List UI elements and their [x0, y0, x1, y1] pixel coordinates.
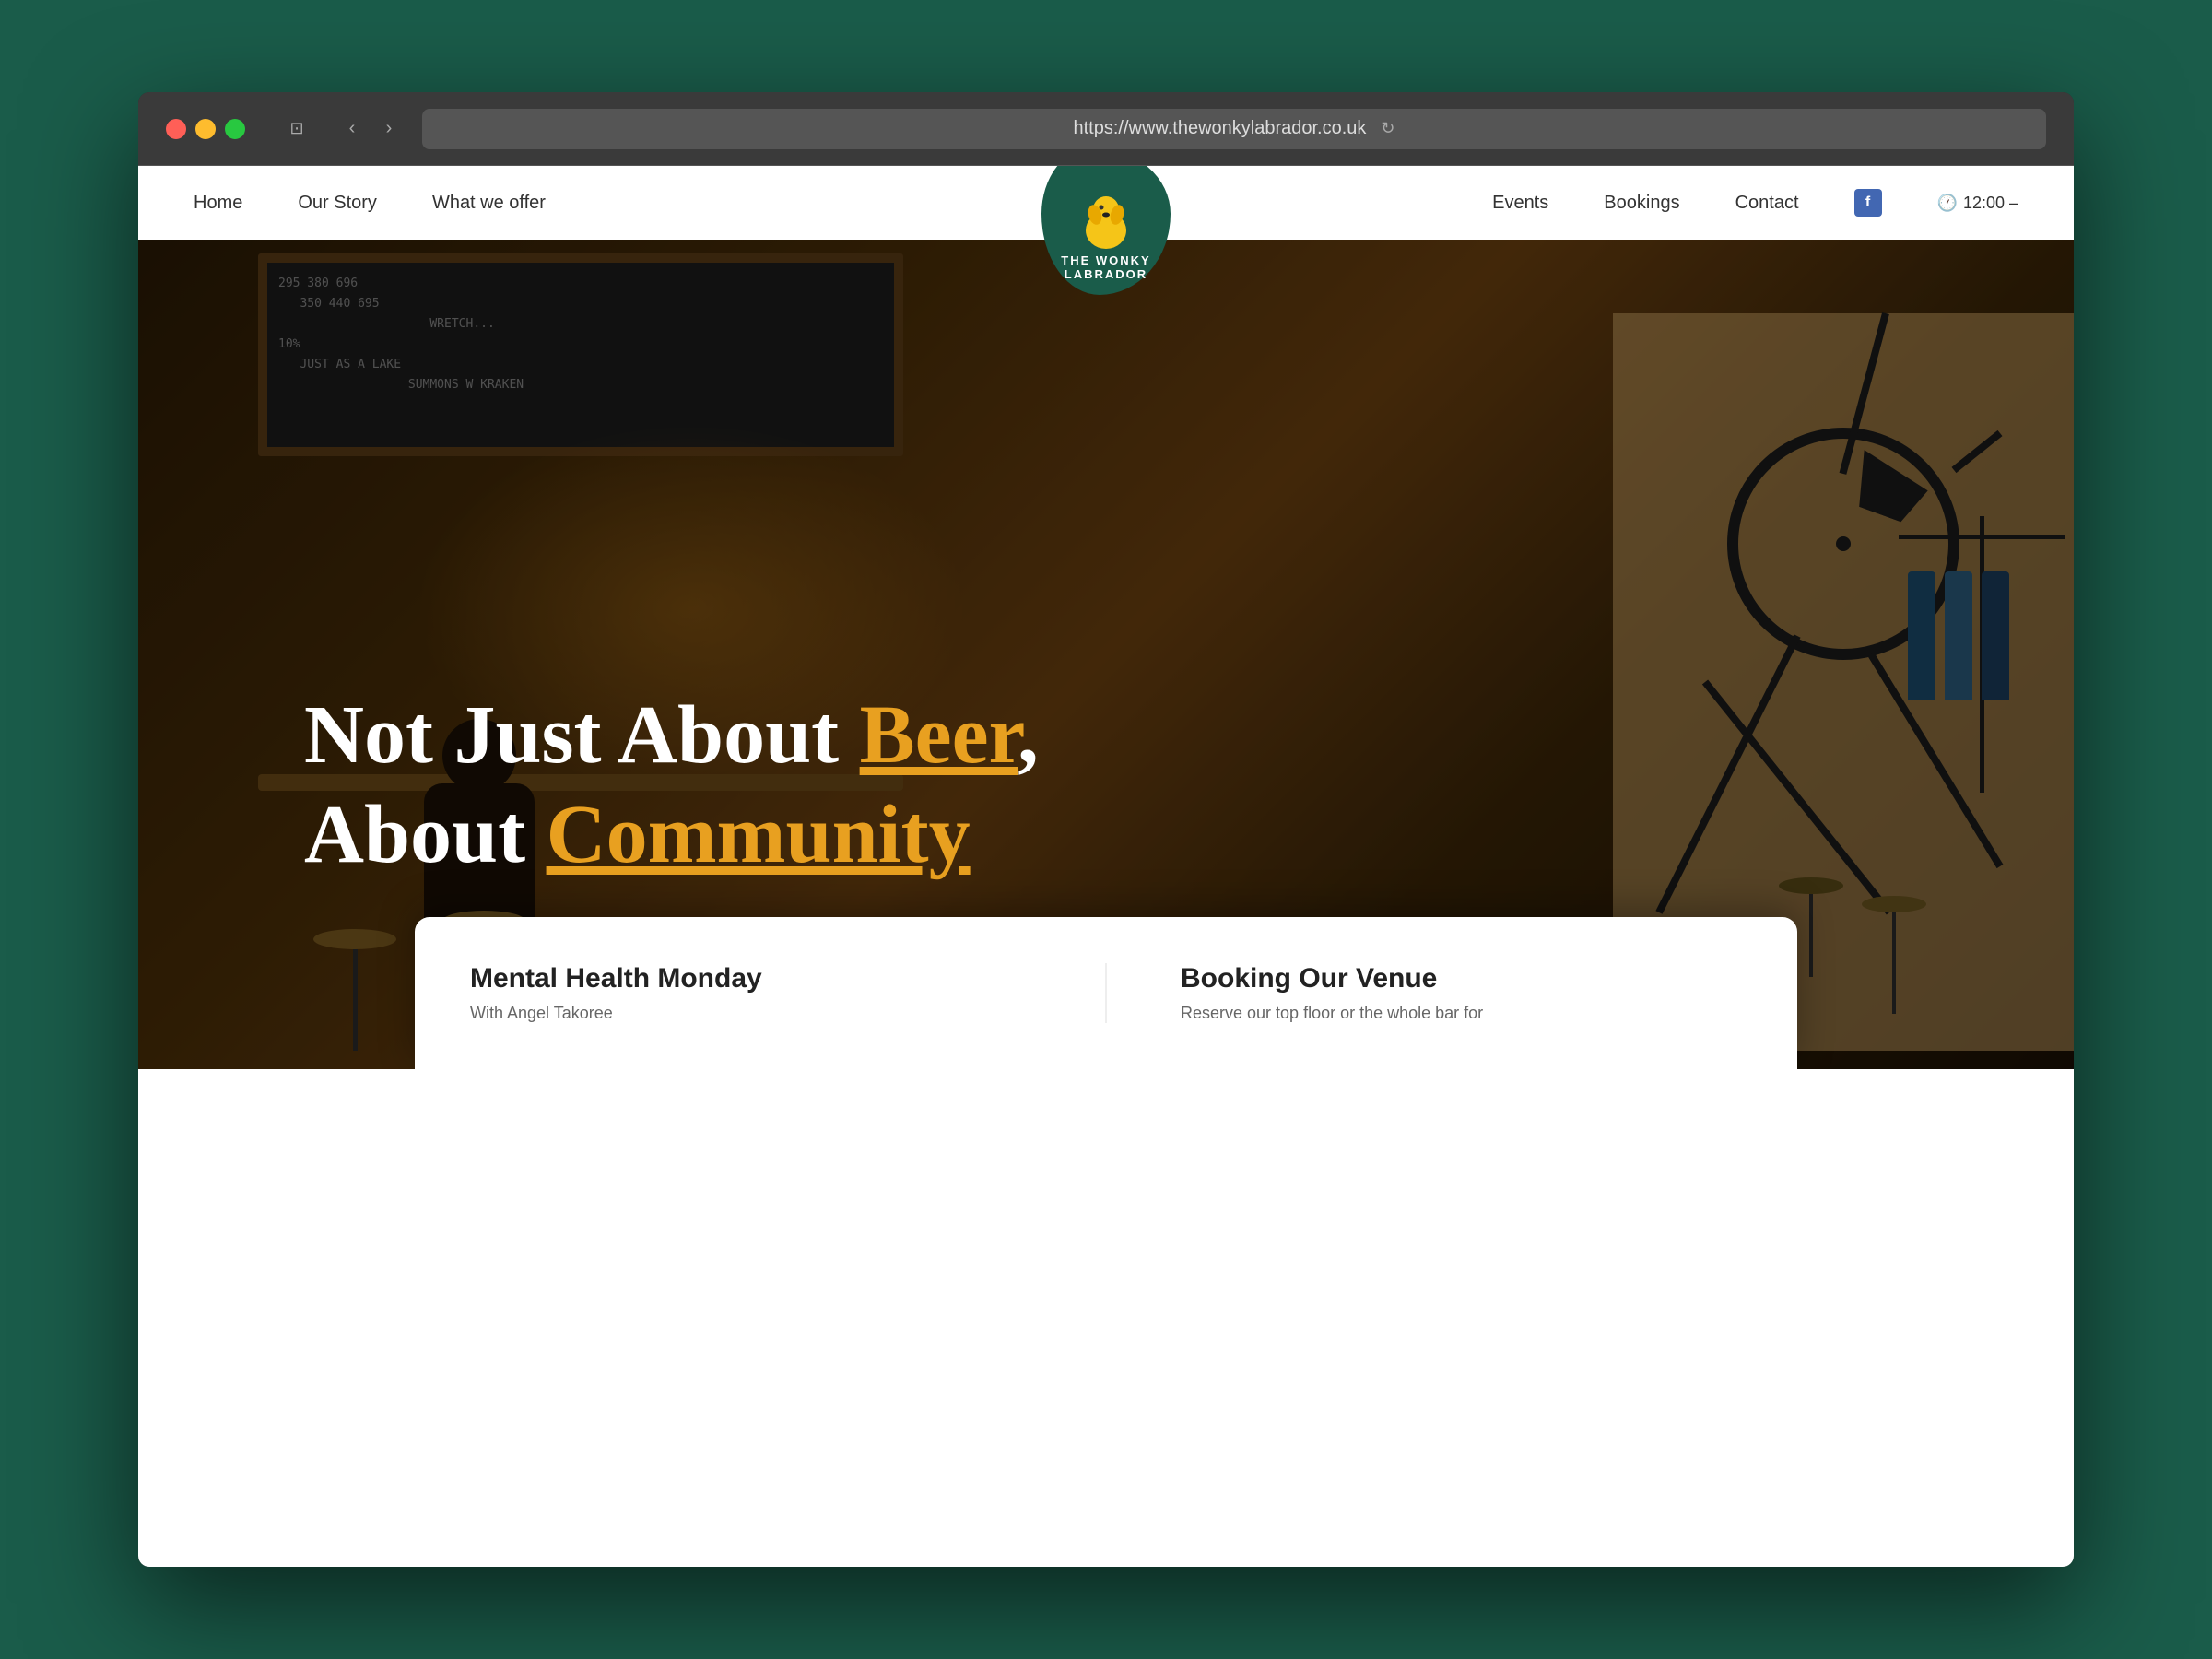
- logo-dog-icon: [1078, 189, 1134, 253]
- card-2-subtitle: Reserve our top floor or the whole bar f…: [1181, 1004, 1742, 1023]
- nav-home[interactable]: Home: [194, 193, 242, 214]
- card-divider: [1105, 963, 1107, 1023]
- card-1-subtitle: With Angel Takoree: [470, 1004, 1031, 1023]
- hero-text-content: Not Just About Beer, About Community: [304, 686, 1908, 885]
- logo-the: THE WONKY: [1061, 253, 1150, 267]
- bottom-cards: Mental Health Monday With Angel Takoree …: [415, 917, 1797, 1069]
- refresh-icon[interactable]: ↻: [1381, 119, 1394, 138]
- card-1-title: Mental Health Monday: [470, 963, 1031, 994]
- card-booking: Booking Our Venue Reserve our top floor …: [1181, 963, 1742, 1023]
- card-2-title: Booking Our Venue: [1181, 963, 1742, 994]
- clock-icon: 🕐: [1937, 194, 1958, 213]
- minimize-button[interactable]: [195, 119, 216, 139]
- hours-text: 12:00 –: [1963, 194, 2018, 213]
- logo-labrador: LABRADOR: [1061, 267, 1150, 281]
- browser-nav-buttons: ‹ ›: [337, 114, 404, 144]
- website-content: Home Our Story What we offer: [138, 166, 2074, 1567]
- site-logo[interactable]: THE WONKY LABRADOR: [1041, 166, 1171, 295]
- close-button[interactable]: [166, 119, 186, 139]
- opening-hours: 🕐 12:00 –: [1937, 194, 2018, 213]
- card-mental-health: Mental Health Monday With Angel Takoree: [470, 963, 1031, 1023]
- nav-left-links: Home Our Story What we offer: [194, 193, 546, 214]
- headline-part2: About: [304, 789, 547, 880]
- headline-part1: Not Just About: [304, 689, 860, 781]
- maximize-button[interactable]: [225, 119, 245, 139]
- traffic-lights: [166, 119, 245, 139]
- hero-section: 295 380 696 350 440 695 WRETCH... 10% JU…: [138, 240, 2074, 1069]
- headline-community: Community: [547, 789, 971, 880]
- headline-comma: ,: [1018, 689, 1039, 781]
- browser-chrome: ⊡ ‹ › https://www.thewonkylabrador.co.uk…: [138, 92, 2074, 166]
- logo-text: THE WONKY LABRADOR: [1061, 253, 1150, 281]
- nav-our-story[interactable]: Our Story: [298, 193, 377, 214]
- site-navigation: Home Our Story What we offer: [138, 166, 2074, 240]
- forward-button[interactable]: ›: [374, 114, 404, 144]
- sidebar-toggle-icon[interactable]: ⊡: [282, 114, 312, 144]
- url-text: https://www.thewonkylabrador.co.uk: [1073, 118, 1366, 139]
- nav-bookings[interactable]: Bookings: [1604, 193, 1679, 214]
- nav-contact[interactable]: Contact: [1735, 193, 1799, 214]
- browser-window: ⊡ ‹ › https://www.thewonkylabrador.co.uk…: [138, 92, 2074, 1567]
- nav-right-links: Events Bookings Contact f 🕐 12:00 –: [1492, 189, 2018, 217]
- nav-events[interactable]: Events: [1492, 193, 1548, 214]
- headline-beer: Beer: [860, 689, 1018, 781]
- nav-what-we-offer[interactable]: What we offer: [432, 193, 546, 214]
- address-bar[interactable]: https://www.thewonkylabrador.co.uk ↻: [422, 109, 2046, 149]
- back-button[interactable]: ‹: [337, 114, 367, 144]
- facebook-link[interactable]: f: [1854, 189, 1882, 217]
- hero-headline: Not Just About Beer, About Community: [304, 686, 1908, 885]
